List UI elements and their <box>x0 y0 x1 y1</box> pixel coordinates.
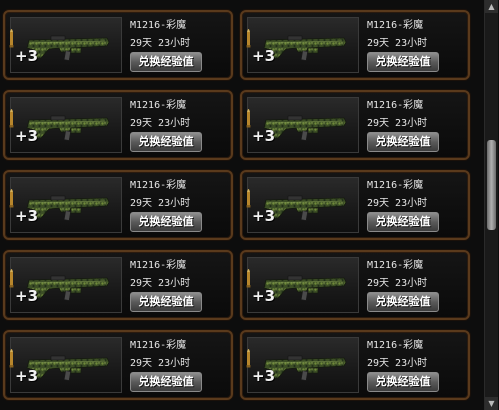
item-time-remaining: 29天 23小时 <box>130 358 191 369</box>
item-name: M1216-彩魔 <box>130 340 187 351</box>
item-name: M1216-彩魔 <box>130 260 187 271</box>
item-name: M1216-彩魔 <box>130 20 187 31</box>
bullet-icon <box>246 189 251 208</box>
item-name: M1216-彩魔 <box>367 340 424 351</box>
bullet-icon <box>246 109 251 128</box>
upgrade-level-badge: +3 <box>15 47 39 65</box>
exchange-experience-button[interactable]: 兑换经验值 <box>367 372 439 392</box>
item-card[interactable]: +3 M1216-彩魔 29天 23小时 兑换经验值 <box>240 250 470 320</box>
exchange-experience-button[interactable]: 兑换经验值 <box>367 132 439 152</box>
item-card[interactable]: +3 M1216-彩魔 29天 23小时 兑换经验值 <box>3 10 233 80</box>
item-time-remaining: 29天 23小时 <box>367 38 428 49</box>
item-card[interactable]: +3 M1216-彩魔 29天 23小时 兑换经验值 <box>3 170 233 240</box>
item-time-remaining: 29天 23小时 <box>130 38 191 49</box>
bullet-icon <box>9 189 14 208</box>
item-name: M1216-彩魔 <box>130 180 187 191</box>
item-time-remaining: 29天 23小时 <box>367 118 428 129</box>
exchange-experience-button[interactable]: 兑换经验值 <box>130 292 202 312</box>
chevron-up-icon[interactable]: ▲ <box>485 0 498 13</box>
exchange-experience-button[interactable]: 兑换经验值 <box>130 132 202 152</box>
item-time-remaining: 29天 23小时 <box>130 118 191 129</box>
upgrade-level-badge: +3 <box>15 367 39 385</box>
upgrade-level-badge: +3 <box>252 367 276 385</box>
exchange-experience-button[interactable]: 兑换经验值 <box>130 52 202 72</box>
scrollbar[interactable]: ▲ ▼ <box>484 0 498 410</box>
bullet-icon <box>246 349 251 368</box>
exchange-experience-button[interactable]: 兑换经验值 <box>367 52 439 72</box>
scrollbar-thumb[interactable] <box>487 140 496 230</box>
item-name: M1216-彩魔 <box>130 100 187 111</box>
inventory-panel: +3 M1216-彩魔 29天 23小时 兑换经验值 +3 M1216-彩魔 2… <box>0 0 499 410</box>
bullet-icon <box>9 29 14 48</box>
item-time-remaining: 29天 23小时 <box>367 278 428 289</box>
upgrade-level-badge: +3 <box>252 287 276 305</box>
item-card[interactable]: +3 M1216-彩魔 29天 23小时 兑换经验值 <box>240 90 470 160</box>
item-name: M1216-彩魔 <box>367 100 424 111</box>
chevron-down-icon[interactable]: ▼ <box>485 397 498 410</box>
bullet-icon <box>9 109 14 128</box>
item-card[interactable]: +3 M1216-彩魔 29天 23小时 兑换经验值 <box>240 330 470 400</box>
item-card[interactable]: +3 M1216-彩魔 29天 23小时 兑换经验值 <box>240 170 470 240</box>
exchange-experience-button[interactable]: 兑换经验值 <box>367 292 439 312</box>
item-time-remaining: 29天 23小时 <box>367 358 428 369</box>
upgrade-level-badge: +3 <box>15 287 39 305</box>
bullet-icon <box>246 269 251 288</box>
bullet-icon <box>246 29 251 48</box>
item-name: M1216-彩魔 <box>367 180 424 191</box>
item-time-remaining: 29天 23小时 <box>130 198 191 209</box>
exchange-experience-button[interactable]: 兑换经验值 <box>130 212 202 232</box>
item-name: M1216-彩魔 <box>367 20 424 31</box>
exchange-experience-button[interactable]: 兑换经验值 <box>130 372 202 392</box>
upgrade-level-badge: +3 <box>15 207 39 225</box>
bullet-icon <box>9 349 14 368</box>
item-time-remaining: 29天 23小时 <box>130 278 191 289</box>
item-card[interactable]: +3 M1216-彩魔 29天 23小时 兑换经验值 <box>3 250 233 320</box>
item-card[interactable]: +3 M1216-彩魔 29天 23小时 兑换经验值 <box>3 330 233 400</box>
item-card[interactable]: +3 M1216-彩魔 29天 23小时 兑换经验值 <box>240 10 470 80</box>
upgrade-level-badge: +3 <box>252 207 276 225</box>
item-grid: +3 M1216-彩魔 29天 23小时 兑换经验值 +3 M1216-彩魔 2… <box>0 0 481 410</box>
bullet-icon <box>9 269 14 288</box>
exchange-experience-button[interactable]: 兑换经验值 <box>367 212 439 232</box>
upgrade-level-badge: +3 <box>252 127 276 145</box>
item-name: M1216-彩魔 <box>367 260 424 271</box>
item-card[interactable]: +3 M1216-彩魔 29天 23小时 兑换经验值 <box>3 90 233 160</box>
item-time-remaining: 29天 23小时 <box>367 198 428 209</box>
upgrade-level-badge: +3 <box>252 47 276 65</box>
upgrade-level-badge: +3 <box>15 127 39 145</box>
